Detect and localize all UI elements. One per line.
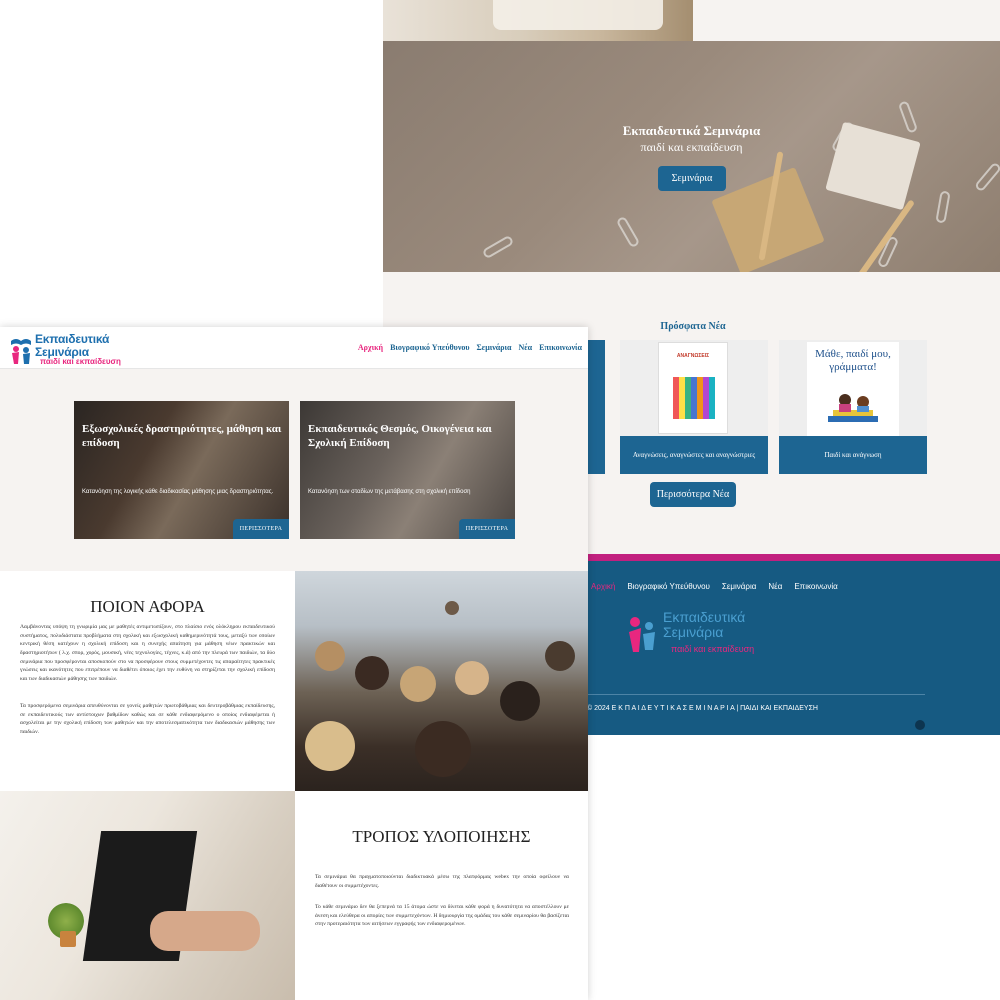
seminar-card-description: Κατανόηση των σταδίων της μετάβασης στη … [308,489,471,495]
seminar-more-button[interactable]: ΠΕΡΙΣΣΟΤΕΡΑ [459,519,515,539]
paperclip-decoration [935,190,951,224]
audience-head [305,721,355,771]
footer-nav: Αρχική Βιογραφικό Υπεύθυνου Σεμινάρια Νέ… [591,582,838,591]
site-header: Εκπαιδευτικά Σεμινάρια παιδί και εκπαίδε… [0,327,588,369]
book-cover-image: ΑΝΑΓΝΩΣΕΙΣ [658,342,728,434]
seminar-card[interactable]: Εξωσχολικές δραστηριότητες, μάθηση και ε… [74,401,289,539]
seminar-card-description: Κατανόηση της λογικής κάθε διαδικασίας μ… [82,489,274,495]
scroll-top-icon[interactable] [915,720,925,730]
audience-head [355,656,389,690]
footer-nav-seminars[interactable]: Σεμινάρια [722,582,756,591]
paperclip-decoration [481,234,515,260]
news-card[interactable]: ΑΝΑΓΝΩΣΕΙΣ Αναγνώσεις, αναγνώστες και αν… [620,340,768,474]
seminars-button[interactable]: Σεμινάρια [658,166,726,191]
copyright-text: © 2024 Ε Κ Π Α Ι Δ Ε Υ Τ Ι Κ Α Σ Ε Μ Ι Ν… [587,705,818,712]
more-news-button[interactable]: Περισσότερα Νέα [650,482,736,507]
footer-logo[interactable]: Εκπαιδευτικά Σεμινάρια παιδί και εκπαίδε… [625,610,765,660]
audience-title: ΠΟΙΟΝ ΑΦΟΡΑ [90,597,205,616]
footer-nav-news[interactable]: Νέα [768,582,782,591]
main-nav: Αρχική Βιογραφικό Υπεύθυνου Σεμινάρια Νέ… [358,343,582,352]
footer-divider [583,694,925,695]
book-cover-image: Μάθε, παιδί μου, γράμματα! [807,342,899,436]
hero-subtitle: παιδί και εκπαίδευση [640,140,743,154]
audience-head [400,666,436,702]
front-page-screenshot: Εκπαιδευτικά Σεμινάρια παιδί και εκπαίδε… [0,327,588,1000]
hero-title: Εκπαιδευτικά Σεμινάρια [622,123,761,138]
implementation-section: ΤΡΟΠΟΣ ΥΛΟΠΟΙΗΣΗΣ Τα σεμινάρια θα πραγμα… [295,791,588,1000]
laptop-image [0,791,295,1000]
nav-contact[interactable]: Επικοινωνία [539,343,582,352]
audience-paragraph: Τα προσφερόμενα σεμινάρια απευθύνονται σ… [20,703,275,735]
footer-logo-line2: Σεμινάρια [663,623,724,640]
implementation-paragraph: Τα σεμινάρια θα πραγματοποιούνται διαδικ… [315,874,569,889]
classroom-image [295,571,588,791]
seminar-card-title: Εξωσχολικές δραστηριότητες, μάθηση και ε… [82,423,282,449]
seminar-card[interactable]: Εκπαιδευτικός Θεσμός, Οικογένεια και Σχο… [300,401,515,539]
footer-logo-title: Εκπαιδευτικά Σεμινάρια [663,610,745,639]
book-cover-pattern [673,377,715,419]
book-cover-title: ΑΝΑΓΝΩΣΕΙΣ [676,353,710,359]
hero-banner: Εκπαιδευτικά Σεμινάρια παιδί και εκπαίδε… [383,41,1000,272]
top-partial-image [383,0,693,41]
footer-logo-line1: Εκπαιδευτικά [663,609,746,625]
audience-paragraph: Λαμβάνοντας υπόψη τη γνωριμία μας με μαθ… [20,624,275,682]
nav-seminars[interactable]: Σεμινάρια [477,343,512,352]
book-cover-title: Μάθε, παιδί μου, γράμματα! [815,348,891,373]
nav-home[interactable]: Αρχική [358,343,383,352]
audience-head [415,721,471,777]
seminar-card-title: Εκπαιδευτικός Θεσμός, Οικογένεια και Σχο… [308,423,492,449]
audience-head [315,641,345,671]
news-card-caption[interactable]: Παιδί και ανάγνωση [779,436,927,474]
pot-decoration [60,931,76,947]
news-card-caption[interactable]: Αναγνώσεις, αναγνώστες και αναγνώστριες [620,436,768,474]
nav-news[interactable]: Νέα [518,343,532,352]
logo-figures-icon [629,617,655,652]
news-card[interactable]: Μάθε, παιδί μου, γράμματα! Παιδί και ανά… [779,340,927,474]
nav-bio[interactable]: Βιογραφικό Υπεύθυνου [390,343,469,352]
footer-nav-home[interactable]: Αρχική [591,582,615,591]
hands-decoration [150,911,260,951]
footer-logo-tagline: παιδί και εκπαίδευση [671,644,755,654]
paperclip-decoration [615,215,641,249]
logo-title: Εκπαιδευτικά Σεμινάρια [35,333,109,358]
audience-head [545,641,575,671]
implementation-title: ΤΡΟΠΟΣ ΥΛΟΠΟΙΗΣΗΣ [352,827,531,846]
audience-head [500,681,540,721]
audience-head [455,661,489,695]
logo-figures-icon [11,339,31,364]
site-logo[interactable]: Εκπαιδευτικά Σεμινάρια παιδί και εκπαίδε… [8,331,128,367]
footer-nav-contact[interactable]: Επικοινωνία [794,582,837,591]
seminar-more-button[interactable]: ΠΕΡΙΣΣΟΤΕΡΑ [233,519,289,539]
audience-section: ΠΟΙΟΝ ΑΦΟΡΑ Λαμβάνοντας υπόψη τη γνωριμί… [0,571,295,791]
logo-tagline: παιδί και εκπαίδευση [40,357,121,366]
children-reading-illustration [828,394,878,422]
presenter-figure [445,601,459,615]
footer-nav-bio[interactable]: Βιογραφικό Υπεύθυνου [627,582,710,591]
implementation-paragraph: Το κάθε σεμινάριο δεν θα ξεπερνά τα 15 ά… [315,904,569,928]
paperclip-decoration [973,161,1000,193]
